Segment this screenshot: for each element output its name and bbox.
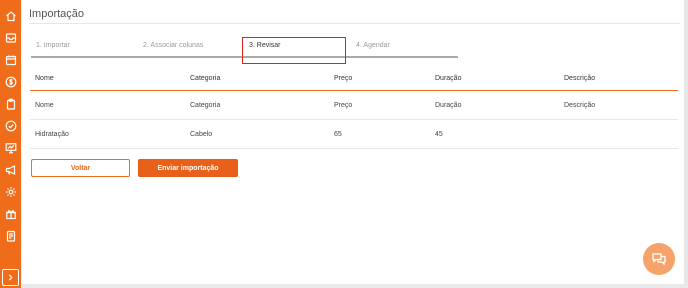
table-row: Hidratação Cabelo 65 45 [30,120,678,149]
dollar-icon[interactable] [0,71,21,93]
column-header-preco: Preço [334,75,353,82]
step-agendar: 4. Agendar [356,42,390,49]
table-cell: 45 [435,130,443,138]
table-cell: Cabelo [190,130,213,138]
column-header-nome: Nome [35,75,54,82]
table-cell [559,120,678,149]
submit-import-button[interactable]: Enviar importação [138,159,238,177]
inbox-icon[interactable] [0,27,21,49]
clipboard-icon[interactable] [0,93,21,115]
review-table: Nome Categoria Preço Duração Descrição N… [30,67,678,149]
home-icon[interactable] [0,5,21,27]
current-step-highlight [242,37,346,64]
chevron-right-icon [8,274,13,281]
table-cell: Duração [435,101,462,109]
chat-button[interactable] [643,243,675,275]
gift-icon[interactable] [0,203,21,225]
gear-icon[interactable] [0,181,21,203]
table-cell: Categoria [190,101,221,109]
calendar-icon[interactable] [0,49,21,71]
chat-icon [652,253,666,266]
step-associar-colunas: 2. Associar colunas [143,42,204,49]
presentation-chart-icon[interactable] [0,137,21,159]
table-cell: Preço [334,101,353,109]
back-button[interactable]: Voltar [31,159,130,177]
table-row: Nome Categoria Preço Duração Descrição [30,91,678,120]
table-cell: Hidratação [35,130,69,138]
megaphone-icon[interactable] [0,159,21,181]
sidebar [0,0,21,288]
column-header-categoria: Categoria [190,75,221,82]
step-importar: 1. Importar [36,42,70,49]
table-cell: Nome [35,101,54,109]
column-header-duracao: Duração [435,75,462,82]
table-header-row: Nome Categoria Preço Duração Descrição [30,67,678,91]
table-cell: Descrição [564,101,596,109]
table-cell: 65 [334,130,342,138]
sidebar-toggle-button[interactable] [2,269,19,286]
page-title: Importação [29,8,85,20]
title-divider [29,23,680,24]
import-card: Importação 1. Importar 2. Associar colun… [22,0,684,284]
column-header-descricao: Descrição [564,75,596,82]
page-bottom-edge [22,284,688,288]
check-circle-icon[interactable] [0,115,21,137]
report-icon[interactable] [0,225,21,247]
page-scroll-edge [684,0,688,288]
